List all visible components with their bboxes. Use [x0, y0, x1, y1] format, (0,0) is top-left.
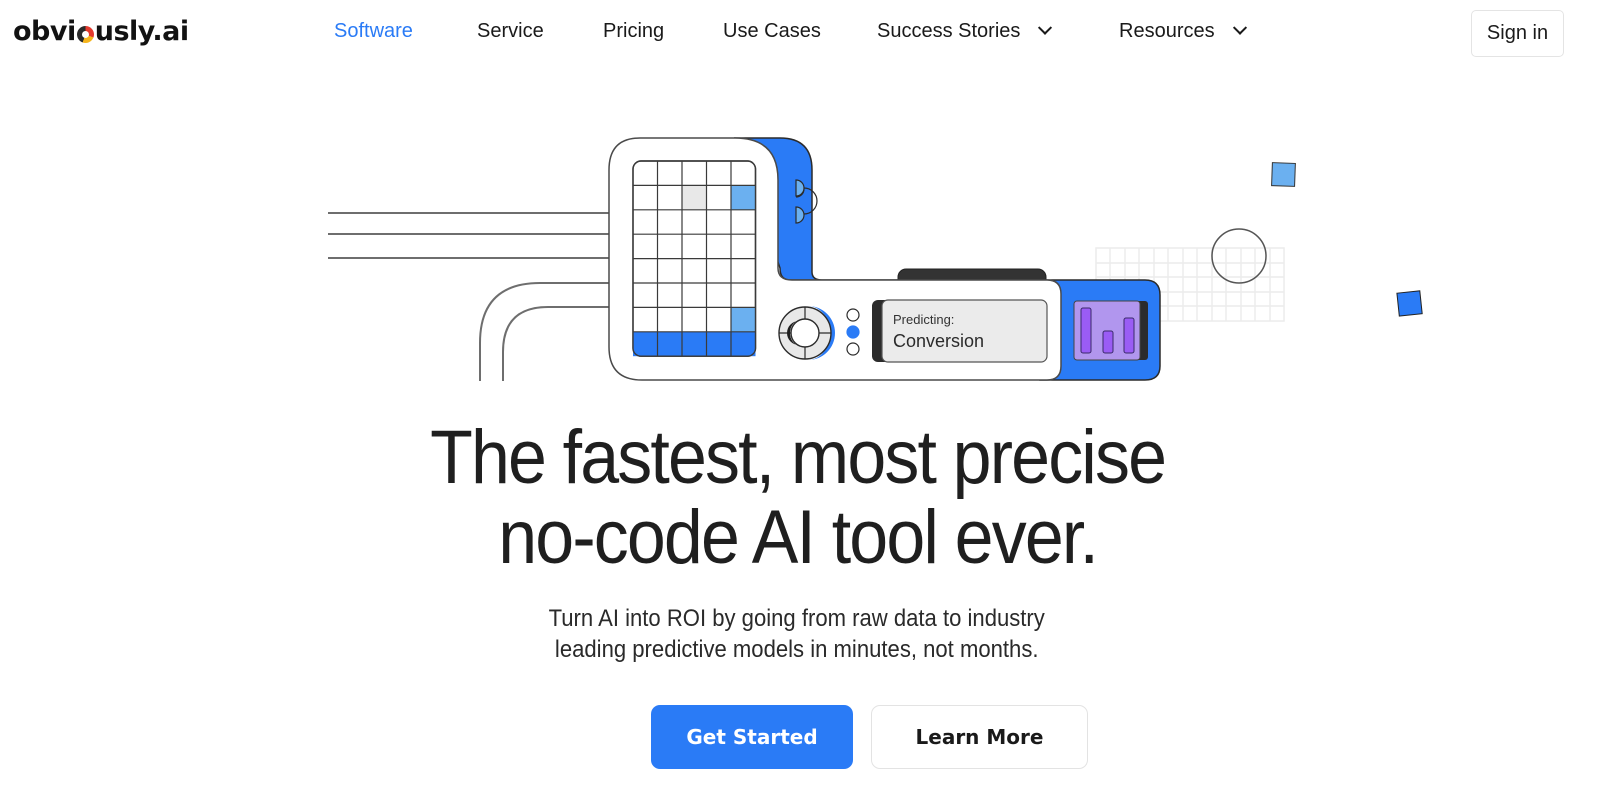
headline-line-2: no-code AI tool ever. [498, 495, 1099, 580]
dial-icon [778, 306, 835, 360]
subheadline-line-2: leading predictive models in minutes, no… [554, 636, 1039, 663]
grid-cell [657, 331, 682, 357]
grid-cell [706, 331, 731, 357]
grid-cell [731, 331, 756, 357]
floating-square-blue [1396, 290, 1423, 317]
predicting-label: Predicting: [893, 312, 954, 327]
floating-circle [1211, 228, 1267, 284]
headline-line-1: The fastest, most precise [430, 415, 1167, 500]
grid-cell [682, 185, 707, 210]
option-dots [846, 308, 860, 356]
bar-chart-icon [1073, 300, 1148, 361]
data-table-grid [632, 160, 757, 357]
grid-cell [731, 185, 756, 210]
grid-cell [633, 331, 658, 357]
floating-square-light [1271, 162, 1296, 187]
subheadline-line-1: Turn AI into ROI by going from raw data … [548, 605, 1045, 632]
hero-illustration: Predicting: Conversion [328, 137, 1423, 381]
get-started-button[interactable]: Get Started [651, 705, 853, 769]
learn-more-button[interactable]: Learn More [871, 705, 1088, 769]
predicting-value: Conversion [893, 331, 984, 351]
input-wires [328, 212, 610, 381]
grid-cell [731, 307, 756, 332]
prediction-display: Predicting: Conversion [872, 299, 1048, 363]
hero-subheadline: Turn AI into ROI by going from raw data … [0, 603, 1593, 665]
hero-headline: The fastest, most precise no-code AI too… [0, 418, 1595, 578]
grid-cell [682, 331, 707, 357]
